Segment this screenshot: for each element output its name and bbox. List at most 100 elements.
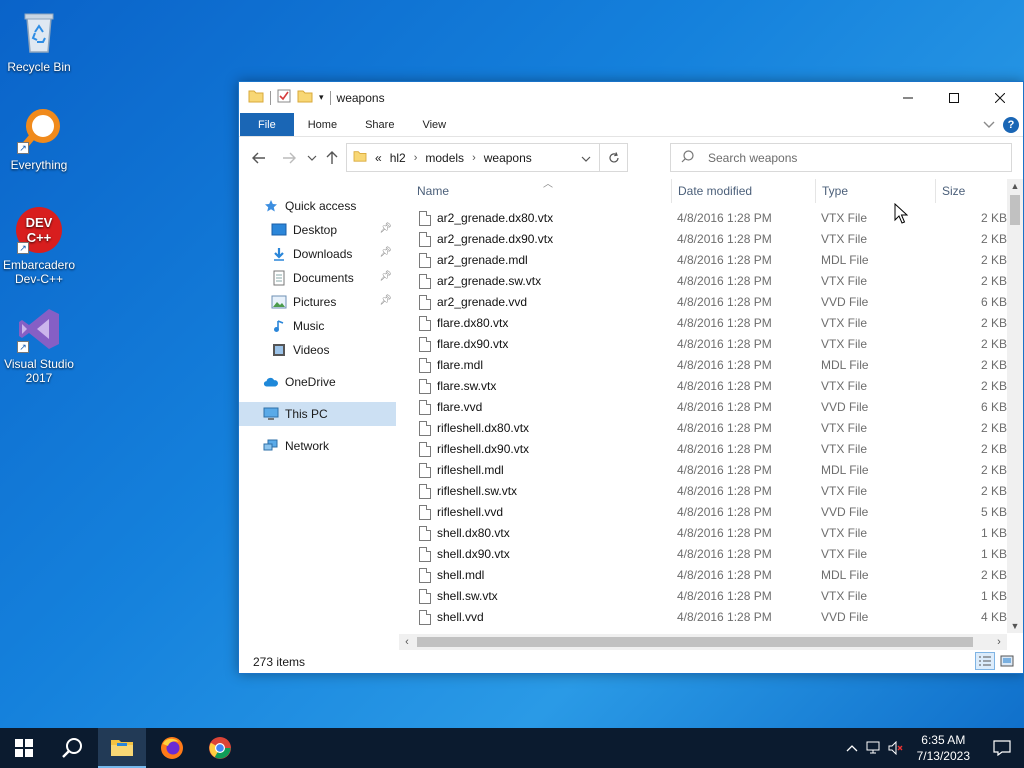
file-row[interactable]: flare.dx90.vtx 4/8/2016 1:28 PM VTX File 2 … bbox=[409, 334, 1007, 355]
desktop-icon-recycle-bin[interactable]: Recycle Bin bbox=[0, 8, 78, 74]
nav-item-desktop[interactable]: Desktop 📌︎ bbox=[239, 218, 396, 242]
show-hidden-icons-chevron-icon[interactable] bbox=[841, 728, 863, 768]
pin-icon[interactable]: 📌︎ bbox=[379, 223, 392, 234]
nav-item-network[interactable]: Network bbox=[239, 434, 396, 458]
tab-file[interactable]: File bbox=[240, 113, 294, 136]
file-row[interactable]: shell.sw.vtx 4/8/2016 1:28 PM VTX File 1 KB bbox=[409, 586, 1007, 607]
tab-view[interactable]: View bbox=[408, 113, 460, 136]
column-header-name[interactable]: Name ︿ bbox=[417, 179, 667, 203]
customize-qat-dropdown-icon[interactable]: ▾ bbox=[319, 92, 324, 103]
expand-ribbon-chevron-icon[interactable] bbox=[983, 118, 995, 132]
file-date-modified: 4/8/2016 1:28 PM bbox=[677, 568, 772, 582]
file-icon bbox=[419, 316, 431, 331]
taskbar-chrome[interactable] bbox=[196, 728, 244, 768]
column-header-size[interactable]: Size bbox=[942, 179, 1002, 203]
file-date-modified: 4/8/2016 1:28 PM bbox=[677, 442, 772, 456]
tab-home[interactable]: Home bbox=[294, 113, 351, 136]
scroll-right-arrow-icon[interactable]: › bbox=[991, 634, 1007, 650]
scrollbar-thumb[interactable] bbox=[417, 637, 973, 647]
file-type: VTX File bbox=[821, 526, 868, 540]
file-row[interactable]: shell.dx80.vtx 4/8/2016 1:28 PM VTX File 1 … bbox=[409, 523, 1007, 544]
nav-item-this-pc[interactable]: This PC bbox=[239, 402, 396, 426]
large-icons-view-button[interactable] bbox=[997, 652, 1017, 670]
file-row[interactable]: flare.sw.vtx 4/8/2016 1:28 PM VTX File 2 KB bbox=[409, 376, 1007, 397]
column-divider[interactable] bbox=[935, 179, 936, 203]
address-dropdown-button[interactable] bbox=[573, 151, 599, 165]
column-header-date[interactable]: Date modified bbox=[678, 179, 818, 203]
file-row[interactable]: shell.vvd 4/8/2016 1:28 PM VVD File 4 KB bbox=[409, 607, 1007, 628]
help-icon[interactable]: ? bbox=[1003, 117, 1019, 133]
column-divider[interactable] bbox=[815, 179, 816, 203]
volume-muted-icon[interactable] bbox=[885, 728, 907, 768]
chevron-right-icon[interactable]: › bbox=[414, 152, 418, 164]
nav-item-onedrive[interactable]: OneDrive bbox=[239, 370, 396, 394]
folder-icon bbox=[353, 150, 367, 165]
file-icon bbox=[419, 568, 431, 583]
file-row[interactable]: rifleshell.mdl 4/8/2016 1:28 PM MDL File 2 … bbox=[409, 460, 1007, 481]
scroll-left-arrow-icon[interactable]: ‹ bbox=[399, 634, 415, 650]
column-header-type[interactable]: Type bbox=[822, 179, 932, 203]
properties-icon[interactable] bbox=[277, 89, 291, 106]
file-row[interactable]: ar2_grenade.mdl 4/8/2016 1:28 PM MDL File 2… bbox=[409, 250, 1007, 271]
maximize-button[interactable] bbox=[931, 82, 977, 113]
up-button[interactable] bbox=[320, 146, 344, 170]
close-button[interactable] bbox=[977, 82, 1023, 113]
vertical-scrollbar[interactable]: ▲ ▼ bbox=[1007, 179, 1023, 633]
file-row[interactable]: rifleshell.sw.vtx 4/8/2016 1:28 PM VTX Fil… bbox=[409, 481, 1007, 502]
file-row[interactable]: ar2_grenade.sw.vtx 4/8/2016 1:28 PM VTX Fi… bbox=[409, 271, 1007, 292]
file-row[interactable]: flare.dx80.vtx 4/8/2016 1:28 PM VTX File 2 … bbox=[409, 313, 1007, 334]
file-row[interactable]: ar2_grenade.dx80.vtx 4/8/2016 1:28 PM VTX … bbox=[409, 208, 1007, 229]
search-box[interactable]: Search weapons bbox=[670, 143, 1012, 172]
breadcrumb-item[interactable]: weapons bbox=[484, 151, 532, 165]
pin-icon[interactable]: 📌︎ bbox=[379, 247, 392, 258]
start-button[interactable] bbox=[0, 728, 48, 768]
taskbar-file-explorer[interactable] bbox=[98, 728, 146, 768]
pin-icon[interactable]: 📌︎ bbox=[379, 271, 392, 282]
nav-item-downloads[interactable]: Downloads 📌︎ bbox=[239, 242, 396, 266]
breadcrumb-overflow[interactable]: « bbox=[375, 151, 382, 165]
scroll-up-arrow-icon[interactable]: ▲ bbox=[1007, 179, 1023, 193]
file-row[interactable]: shell.dx90.vtx 4/8/2016 1:28 PM VTX File 1 … bbox=[409, 544, 1007, 565]
pin-icon[interactable]: 📌︎ bbox=[379, 295, 392, 306]
details-view-button[interactable] bbox=[975, 652, 995, 670]
videos-icon bbox=[271, 342, 287, 358]
tab-share[interactable]: Share bbox=[351, 113, 408, 136]
clock[interactable]: 6:35 AM 7/13/2023 bbox=[907, 732, 980, 764]
file-row[interactable]: rifleshell.dx90.vtx 4/8/2016 1:28 PM VTX F… bbox=[409, 439, 1007, 460]
horizontal-scrollbar[interactable]: ‹ › bbox=[399, 634, 1007, 650]
taskbar-firefox[interactable] bbox=[148, 728, 196, 768]
file-row[interactable]: shell.mdl 4/8/2016 1:28 PM MDL File 2 KB bbox=[409, 565, 1007, 586]
new-folder-icon[interactable] bbox=[297, 89, 313, 106]
breadcrumb-item[interactable]: hl2 bbox=[390, 151, 406, 165]
back-button[interactable] bbox=[247, 146, 271, 170]
nav-item-quick-access[interactable]: Quick access bbox=[239, 194, 396, 218]
forward-button[interactable] bbox=[277, 146, 301, 170]
action-center-icon[interactable] bbox=[980, 728, 1024, 768]
chevron-right-icon[interactable]: › bbox=[472, 152, 476, 164]
desktop-icon-label: Recycle Bin bbox=[7, 60, 71, 74]
scroll-down-arrow-icon[interactable]: ▼ bbox=[1007, 619, 1023, 633]
file-date-modified: 4/8/2016 1:28 PM bbox=[677, 316, 772, 330]
nav-item-music[interactable]: Music bbox=[239, 314, 396, 338]
nav-item-videos[interactable]: Videos bbox=[239, 338, 396, 362]
desktop-icon-visual-studio[interactable]: ↗ Visual Studio 2017 bbox=[0, 305, 78, 385]
network-status-icon[interactable] bbox=[863, 728, 885, 768]
file-row[interactable]: ar2_grenade.dx90.vtx 4/8/2016 1:28 PM VTX … bbox=[409, 229, 1007, 250]
nav-item-documents[interactable]: Documents 📌︎ bbox=[239, 266, 396, 290]
desktop-icon-everything[interactable]: ↗ Everything bbox=[0, 106, 78, 172]
file-row[interactable]: rifleshell.vvd 4/8/2016 1:28 PM VVD File 5 … bbox=[409, 502, 1007, 523]
desktop-icon-devcpp[interactable]: DEV C++ ↗ Embarcadero Dev-C++ bbox=[0, 206, 78, 286]
file-row[interactable]: rifleshell.dx80.vtx 4/8/2016 1:28 PM VTX F… bbox=[409, 418, 1007, 439]
scrollbar-thumb[interactable] bbox=[1010, 195, 1020, 225]
file-row[interactable]: flare.vvd 4/8/2016 1:28 PM VVD File 6 KB bbox=[409, 397, 1007, 418]
address-bar[interactable]: « hl2 › models › weapons bbox=[346, 143, 628, 172]
taskbar-search-button[interactable] bbox=[48, 728, 96, 768]
minimize-button[interactable] bbox=[885, 82, 931, 113]
column-divider[interactable] bbox=[671, 179, 672, 203]
refresh-button[interactable] bbox=[599, 144, 627, 171]
column-label: Size bbox=[942, 184, 966, 198]
breadcrumb-item[interactable]: models bbox=[425, 151, 464, 165]
nav-item-pictures[interactable]: Pictures 📌︎ bbox=[239, 290, 396, 314]
file-row[interactable]: ar2_grenade.vvd 4/8/2016 1:28 PM VVD File 6… bbox=[409, 292, 1007, 313]
file-row[interactable]: flare.mdl 4/8/2016 1:28 PM MDL File 2 KB bbox=[409, 355, 1007, 376]
